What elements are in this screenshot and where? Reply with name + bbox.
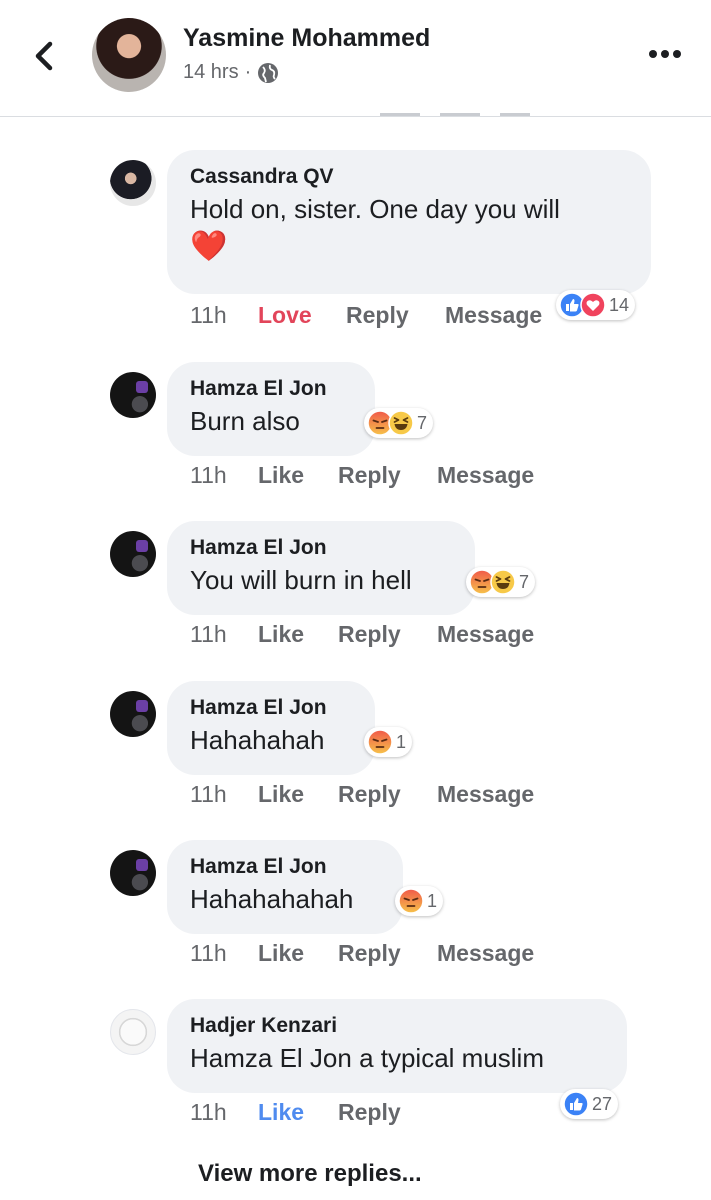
comment-text: Hamza El Jon a typical muslim [190, 1043, 544, 1073]
avatar[interactable] [110, 1009, 156, 1055]
message-button[interactable]: Message [437, 462, 534, 489]
comment-time: 11h [190, 302, 227, 328]
reaction-count: 1 [427, 890, 438, 911]
avatar[interactable] [110, 691, 156, 737]
globe-icon [258, 62, 279, 83]
reaction-summary[interactable]: 27 [560, 1089, 619, 1119]
comment-time: 11h [190, 781, 227, 807]
reply-button[interactable]: Reply [338, 940, 437, 967]
comment-author[interactable]: Cassandra QV [190, 163, 627, 191]
reply-button[interactable]: Reply [338, 621, 437, 648]
page-title[interactable]: Yasmine Mohammed [183, 24, 430, 53]
comment-author[interactable]: Hadjer Kenzari [190, 1012, 603, 1040]
comment-time: 11h [190, 940, 227, 966]
like-button[interactable]: Like [258, 940, 338, 967]
reaction-count: 7 [519, 571, 530, 592]
message-button[interactable]: Message [437, 781, 534, 808]
comment-author[interactable]: Hamza El Jon [190, 534, 451, 562]
reply-button[interactable]: Reply [338, 462, 437, 489]
comment-text: Hahahahahah [190, 884, 354, 914]
like-button[interactable]: Like [258, 781, 338, 808]
comment-author[interactable]: Hamza El Jon [190, 375, 351, 403]
avatar[interactable] [110, 531, 156, 577]
comment-author[interactable]: Hamza El Jon [190, 853, 379, 881]
comment-text: You will burn in hell [190, 565, 412, 595]
reply-button[interactable]: Reply [338, 781, 437, 808]
like-button[interactable]: Like [258, 462, 338, 489]
like-button[interactable]: Like [258, 621, 338, 648]
view-more-replies-link[interactable]: View more replies... [198, 1160, 422, 1188]
comment-bubble[interactable]: Hamza El Jon Burn also [167, 362, 375, 456]
comment-time: 11h [190, 621, 227, 647]
reaction-count: 14 [609, 294, 630, 315]
comment-bubble[interactable]: Hamza El Jon Hahahahah [167, 681, 375, 775]
message-button[interactable]: Message [437, 621, 534, 648]
message-button[interactable]: Message [445, 302, 542, 329]
comment-actions: 11h Like Reply Message [190, 781, 534, 808]
avatar[interactable] [110, 850, 156, 896]
comment-time: 11h [190, 1099, 227, 1125]
more-horizontal-icon[interactable] [648, 48, 682, 60]
post-meta: 14 hrs · [183, 61, 279, 84]
haha-reaction-icon [490, 569, 516, 595]
reaction-summary[interactable]: 7 [364, 408, 434, 438]
comment-actions: 11h Like Reply Message [190, 462, 534, 489]
comment-actions: 11h Love Reply Message [190, 302, 542, 329]
reply-button[interactable]: Reply [346, 302, 445, 329]
haha-reaction-icon [388, 410, 414, 436]
comment-actions: 11h Like Reply [190, 1099, 401, 1126]
post-time: 14 hrs [183, 61, 239, 83]
comment-time: 11h [190, 462, 227, 488]
love-button[interactable]: Love [258, 302, 346, 329]
reaction-summary[interactable]: 7 [466, 567, 536, 597]
comment-actions: 11h Like Reply Message [190, 621, 534, 648]
comment-bubble[interactable]: Hadjer Kenzari Hamza El Jon a typical mu… [167, 999, 627, 1093]
chevron-left-icon[interactable] [30, 36, 60, 76]
comment-text: Hahahahah [190, 725, 325, 755]
comment-text: Hold on, sister. One day you will [190, 194, 560, 224]
like-reaction-icon [563, 1091, 589, 1117]
reaction-summary[interactable]: 1 [364, 727, 413, 757]
post-header: Yasmine Mohammed 14 hrs · [0, 0, 711, 117]
love-reaction-icon [580, 292, 606, 318]
angry-reaction-icon [398, 888, 424, 914]
reaction-count: 1 [396, 731, 407, 752]
comment-bubble[interactable]: Hamza El Jon Hahahahahah [167, 840, 403, 934]
comment-bubble[interactable]: Hamza El Jon You will burn in hell [167, 521, 475, 615]
message-button[interactable]: Message [437, 940, 534, 967]
separator: · [244, 61, 252, 83]
reaction-count: 27 [592, 1093, 613, 1114]
avatar[interactable] [110, 372, 156, 418]
scrolled-content-edge [380, 113, 530, 116]
comment-actions: 11h Like Reply Message [190, 940, 534, 967]
avatar[interactable] [92, 18, 166, 92]
comment-author[interactable]: Hamza El Jon [190, 694, 351, 722]
reaction-summary[interactable]: 14 [556, 290, 636, 320]
comment-bubble[interactable]: Cassandra QV Hold on, sister. One day yo… [167, 150, 651, 294]
reaction-count: 7 [417, 412, 428, 433]
reply-button[interactable]: Reply [338, 1099, 401, 1126]
avatar[interactable] [110, 160, 156, 206]
comment-text: Burn also [190, 406, 300, 436]
like-button[interactable]: Like [258, 1099, 338, 1126]
reaction-summary[interactable]: 1 [395, 886, 444, 916]
angry-reaction-icon [367, 729, 393, 755]
heart-emoji: ❤️ [190, 230, 228, 263]
